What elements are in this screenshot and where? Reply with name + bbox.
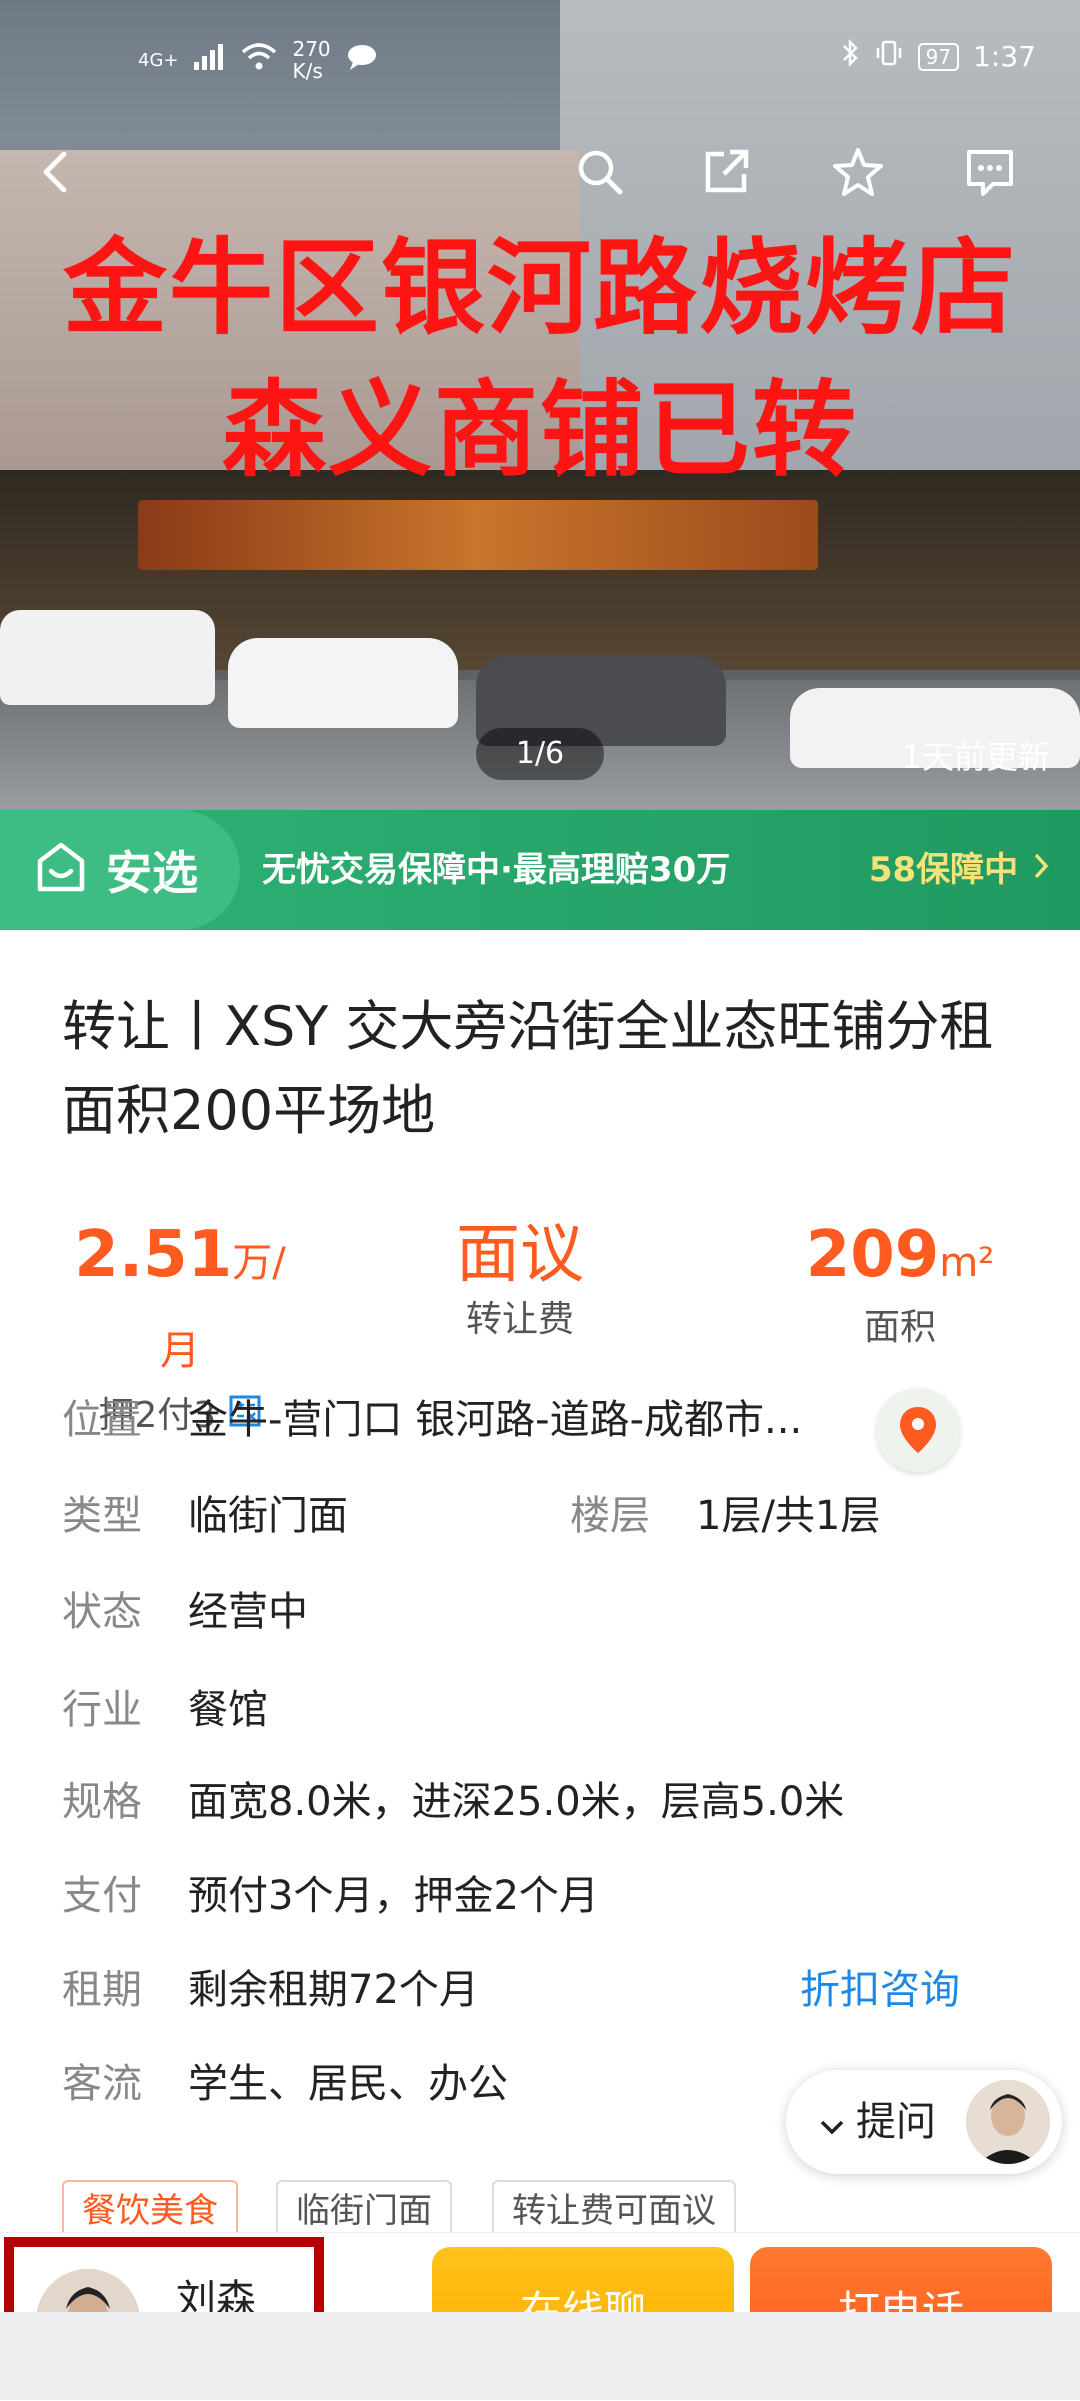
area-label: 面积: [863, 1307, 936, 1348]
detail-key: 客流: [62, 2061, 142, 2107]
photo-counter: 1/6: [476, 728, 604, 780]
anxuan-label: 安选: [106, 846, 198, 900]
ask-question-button[interactable]: 提问: [786, 2070, 1062, 2174]
fee-label: 转让费: [465, 1299, 574, 1340]
guarantee-link[interactable]: 58保障中: [869, 810, 1052, 930]
detail-key: 支付: [62, 1873, 142, 1919]
chevron-down-icon: [818, 2072, 846, 2176]
bottom-fade: [0, 2312, 1080, 2400]
detail-key: 规格: [62, 1779, 142, 1825]
detail-value: 临街门面: [188, 1493, 348, 1539]
detail-key: 楼层: [570, 1493, 650, 1539]
status-bar: 4G+ 270 K/s 97 1:37: [0, 30, 1080, 90]
agent-avatar: [966, 2080, 1050, 2164]
net-speed-value: 270: [292, 37, 331, 61]
listing-photo[interactable]: 4G+ 270 K/s 97 1:37 金牛区银河路烧烤店 森义商铺已转 1/6…: [0, 0, 1080, 810]
anxuan-badge: 安选: [0, 810, 240, 930]
tag-list: 餐饮美食 临街门面 转让费可面议: [62, 2180, 1022, 2238]
detail-row-payment: 支付 预付3个月，押金2个月: [62, 1866, 1022, 1926]
chat-bubble-icon[interactable]: [958, 140, 1022, 204]
detail-row-lease: 租期 剩余租期72个月 折扣咨询: [62, 1960, 1022, 2020]
wifi-icon: [240, 42, 278, 79]
detail-key: 租期: [62, 1967, 142, 2013]
area-value: 209: [805, 1218, 940, 1292]
guarantee-banner[interactable]: 安选 无忧交易保障中·最高理赔30万 58保障中: [0, 810, 1080, 930]
updated-label: 1天前更新: [901, 738, 1050, 776]
top-nav: [0, 140, 1080, 210]
detail-value: 面宽8.0米，进深25.0米，层高5.0米: [188, 1779, 845, 1825]
vibrate-icon: [874, 38, 904, 75]
share-icon[interactable]: [694, 140, 758, 204]
photo-car: [0, 610, 215, 705]
area-stat: 209m² 面积: [780, 1215, 1020, 1353]
ask-label: 提问: [856, 2099, 936, 2145]
listing-title: 转让丨XSY 交大旁沿街全业态旺铺分租面积200平场地: [62, 995, 994, 1142]
key-stats: 2.51万/月 押2付3 面议 转让费 209m² 面积: [0, 1215, 1080, 1436]
detail-value: 经营中: [188, 1589, 308, 1635]
anxuan-icon: [34, 841, 88, 899]
guarantee-link-label: 58保障中: [868, 850, 1019, 890]
detail-value: 学生、居民、办公: [188, 2061, 508, 2107]
clock: 1:37: [973, 40, 1036, 73]
photo-car: [228, 638, 458, 728]
detail-row-status: 状态 经营中: [62, 1582, 1022, 1642]
tag: 临街门面: [276, 2180, 452, 2238]
detail-value: 金牛-营门口 银河路-道路-成都市...: [188, 1397, 803, 1443]
transfer-fee-stat: 面议 转让费: [400, 1215, 640, 1345]
bluetooth-icon: [840, 38, 860, 75]
detail-row-type: 类型 临街门面 楼层 1层/共1层: [62, 1486, 1022, 1546]
network-label: 4G+: [138, 49, 179, 71]
detail-key: 类型: [62, 1493, 142, 1539]
back-icon[interactable]: [24, 140, 88, 204]
detail-value: 剩余租期72个月: [188, 1967, 479, 2013]
detail-row-industry: 行业 餐馆: [62, 1680, 1022, 1740]
detail-key: 位置: [62, 1397, 142, 1443]
detail-key: 行业: [62, 1687, 142, 1733]
favorite-star-icon[interactable]: [826, 140, 890, 204]
discount-consult-link[interactable]: 折扣咨询: [800, 1960, 960, 2020]
rent-value: 2.51: [74, 1218, 233, 1292]
tag: 转让费可面议: [492, 2180, 736, 2238]
fee-value: 面议: [456, 1218, 584, 1292]
tag: 餐饮美食: [62, 2180, 238, 2238]
net-speed: 270 K/s: [292, 38, 330, 82]
map-pin-icon[interactable]: [876, 1388, 960, 1472]
guarantee-text: 无忧交易保障中·最高理赔30万: [262, 850, 731, 890]
ask-label-wrap: 提问: [818, 2070, 936, 2176]
message-icon: [345, 42, 379, 79]
photo-overlay-line1: 金牛区银河路烧烤店: [62, 227, 1017, 349]
net-speed-unit: K/s: [292, 59, 323, 83]
detail-value: 预付3个月，押金2个月: [188, 1873, 599, 1919]
battery-icon: 97: [917, 42, 960, 71]
photo-overlay-line2: 森义商铺已转: [221, 369, 858, 491]
search-icon[interactable]: [568, 140, 632, 204]
battery-level: 97: [925, 44, 952, 69]
detail-row-spec: 规格 面宽8.0米，进深25.0米，层高5.0米: [62, 1772, 1022, 1832]
detail-key: 状态: [62, 1589, 142, 1635]
area-unit: m²: [939, 1240, 995, 1286]
chevron-right-icon: [1030, 812, 1052, 932]
detail-value: 餐馆: [188, 1687, 268, 1733]
detail-value: 1层/共1层: [696, 1493, 881, 1539]
signal-icon: [192, 42, 226, 79]
photo-shop-sign: [138, 500, 818, 570]
